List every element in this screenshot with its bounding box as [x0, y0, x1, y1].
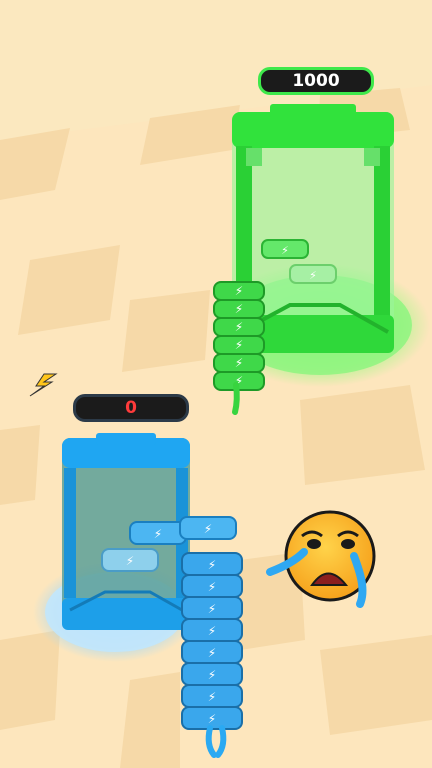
- svg-text:⚡: ⚡: [281, 244, 289, 257]
- svg-text:⚡: ⚡: [208, 646, 216, 660]
- svg-text:⚡: ⚡: [235, 302, 243, 316]
- stack-battery: ⚡: [213, 299, 265, 319]
- svg-text:⚡: ⚡: [235, 320, 243, 334]
- stack-battery: ⚡: [181, 706, 243, 730]
- stack-battery: ⚡: [181, 684, 243, 708]
- stack-battery: ⚡: [213, 281, 265, 301]
- rival-score-counter: 1000: [258, 67, 374, 95]
- rival-tank-battery-2: ⚡: [289, 264, 337, 284]
- player-score-counter: 0: [73, 394, 189, 422]
- svg-text:⚡: ⚡: [235, 284, 243, 298]
- svg-text:⚡: ⚡: [235, 338, 243, 352]
- svg-text:⚡: ⚡: [208, 712, 216, 726]
- player-tank-battery-2: ⚡: [101, 548, 159, 572]
- player-battery-stack: ⚡ ⚡ ⚡ ⚡ ⚡ ⚡ ⚡ ⚡: [181, 552, 243, 730]
- rival-tank-battery-1: ⚡: [261, 239, 309, 259]
- svg-text:⚡: ⚡: [208, 668, 216, 682]
- stack-battery: ⚡: [181, 640, 243, 664]
- stack-battery: ⚡: [181, 596, 243, 620]
- svg-text:⚡: ⚡: [208, 558, 216, 572]
- stack-battery: ⚡: [213, 353, 265, 373]
- svg-text:⚡: ⚡: [309, 269, 317, 282]
- stack-battery: ⚡: [181, 662, 243, 686]
- stack-battery: ⚡: [181, 574, 243, 598]
- rival-character: [232, 382, 240, 415]
- player-tank-battery-1: ⚡: [129, 521, 187, 545]
- svg-text:⚡: ⚡: [208, 624, 216, 638]
- stack-battery: ⚡: [213, 317, 265, 337]
- stack-battery: ⚡: [181, 618, 243, 642]
- svg-text:⚡: ⚡: [126, 554, 134, 568]
- player-top-battery: ⚡: [179, 516, 237, 540]
- svg-text:⚡: ⚡: [208, 602, 216, 616]
- svg-text:⚡: ⚡: [154, 527, 162, 541]
- stack-battery: ⚡: [213, 335, 265, 355]
- game-scene: ⚡ ⚡ ⚡ ⚡ ⚡ ⚡ ⚡ ⚡ ⚡ ⚡ ⚡ ⚡ ⚡ ⚡ ⚡ ⚡ ⚡ ⚡ ⚡: [0, 0, 432, 768]
- svg-text:⚡: ⚡: [208, 690, 216, 704]
- stack-battery: ⚡: [181, 552, 243, 576]
- svg-text:⚡: ⚡: [208, 580, 216, 594]
- svg-text:⚡: ⚡: [204, 522, 212, 536]
- svg-text:⚡: ⚡: [235, 356, 243, 370]
- rival-battery-stack: ⚡⚡⚡⚡⚡⚡: [213, 281, 265, 391]
